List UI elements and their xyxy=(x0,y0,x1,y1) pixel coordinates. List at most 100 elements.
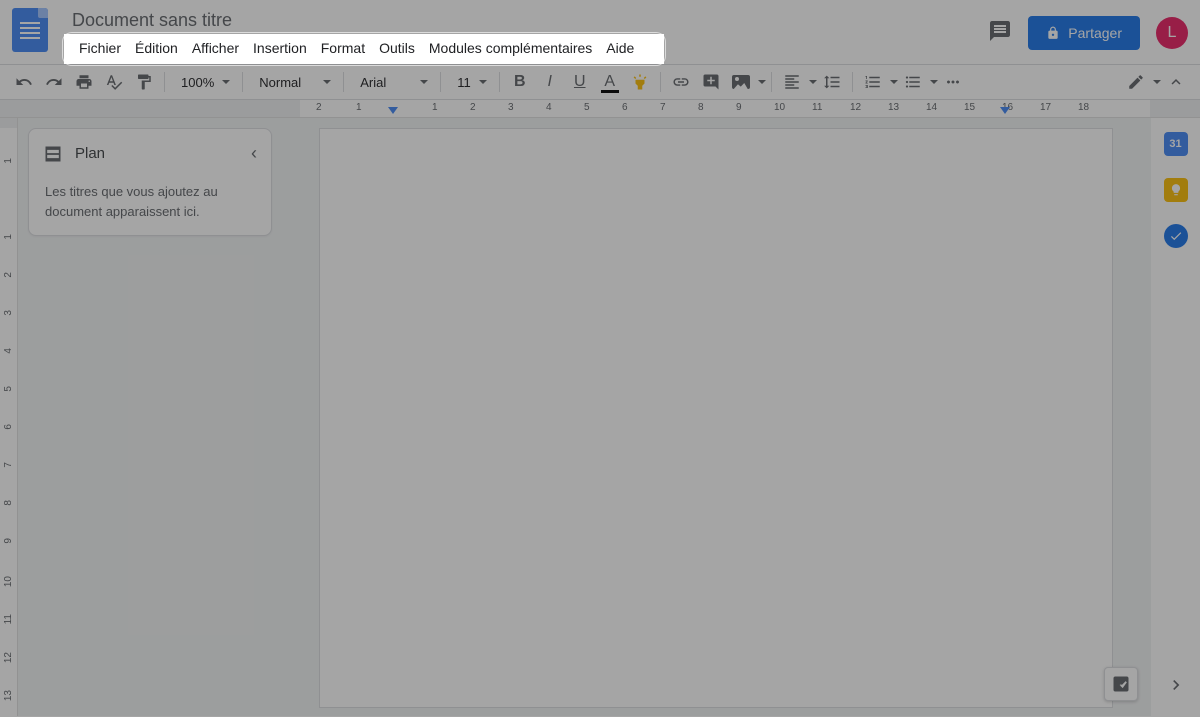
ruler-tick: 1 xyxy=(432,102,438,113)
header-right: Partager L xyxy=(988,8,1188,50)
ruler-tick: 5 xyxy=(584,102,590,113)
bold-button[interactable]: B xyxy=(506,68,534,96)
chevron-down-icon xyxy=(479,80,487,84)
format-paint-button[interactable] xyxy=(130,68,158,96)
user-avatar[interactable]: L xyxy=(1156,17,1188,49)
ruler-tick: 2 xyxy=(3,272,14,278)
align-combo[interactable] xyxy=(778,68,816,96)
italic-button[interactable]: I xyxy=(536,68,564,96)
insert-link-button[interactable] xyxy=(667,68,695,96)
menu-view[interactable]: Afficher xyxy=(185,36,246,60)
separator xyxy=(164,72,165,92)
ruler-tick: 13 xyxy=(888,102,899,113)
menu-bar: Fichier Édition Afficher Insertion Forma… xyxy=(68,34,645,62)
vertical-ruler[interactable]: 1 1 2 3 4 5 6 7 8 9 10 11 12 13 xyxy=(0,118,18,716)
chevron-down-icon xyxy=(222,80,230,84)
ruler-tick: 10 xyxy=(3,576,14,587)
image-icon xyxy=(732,75,750,89)
indent-marker-right[interactable] xyxy=(1000,107,1010,114)
ruler-tick: 6 xyxy=(622,102,628,113)
document-title[interactable]: Document sans titre xyxy=(68,8,988,33)
numbered-list-button[interactable] xyxy=(859,68,887,96)
keep-addon-icon[interactable] xyxy=(1164,178,1188,202)
comments-icon[interactable] xyxy=(988,19,1012,48)
chevron-down-icon xyxy=(890,80,898,84)
tasks-addon-icon[interactable] xyxy=(1164,224,1188,248)
insert-image-combo[interactable] xyxy=(727,68,765,96)
docs-logo-icon[interactable] xyxy=(12,8,48,52)
ruler-tick: 17 xyxy=(1040,102,1051,113)
side-panel: 31 xyxy=(1150,118,1200,716)
bulleted-list-button[interactable] xyxy=(899,68,927,96)
chevron-down-icon xyxy=(1153,80,1161,84)
menu-addons[interactable]: Modules complémentaires xyxy=(422,36,599,60)
menu-help[interactable]: Aide xyxy=(599,36,641,60)
editing-mode-combo[interactable] xyxy=(1122,68,1160,96)
spellcheck-button[interactable] xyxy=(100,68,128,96)
lock-icon xyxy=(1046,26,1060,40)
separator xyxy=(440,72,441,92)
chevron-down-icon xyxy=(323,80,331,84)
calendar-addon-icon[interactable]: 31 xyxy=(1164,132,1188,156)
editing-mode-button[interactable] xyxy=(1122,68,1150,96)
font-family-select[interactable]: Arial xyxy=(350,68,434,96)
numbered-list-combo[interactable] xyxy=(859,68,897,96)
ruler-tick: 9 xyxy=(736,102,742,113)
ruler-tick: 18 xyxy=(1078,102,1089,113)
redo-button[interactable] xyxy=(40,68,68,96)
line-spacing-button[interactable] xyxy=(818,68,846,96)
outline-panel: Plan ‹ Les titres que vous ajoutez au do… xyxy=(18,118,282,716)
undo-button[interactable] xyxy=(10,68,38,96)
menu-insert[interactable]: Insertion xyxy=(246,36,314,60)
highlight-button[interactable] xyxy=(626,68,654,96)
ruler-tick: 2 xyxy=(316,102,322,113)
menu-edit[interactable]: Édition xyxy=(128,36,185,60)
ruler-tick: 4 xyxy=(3,348,14,354)
separator xyxy=(343,72,344,92)
more-button[interactable] xyxy=(939,68,967,96)
ruler-tick: 11 xyxy=(812,102,822,113)
paragraph-style-select[interactable]: Normal xyxy=(249,68,337,96)
ruler-tick: 3 xyxy=(3,310,14,316)
zoom-select[interactable]: 100% xyxy=(171,68,236,96)
side-panel-expand-button[interactable] xyxy=(1166,675,1186,700)
ruler-tick: 8 xyxy=(698,102,704,113)
bulleted-list-combo[interactable] xyxy=(899,68,937,96)
indent-marker-left[interactable] xyxy=(388,107,398,114)
ruler-tick: 4 xyxy=(546,102,552,113)
font-size-select[interactable]: 11 xyxy=(447,68,493,96)
insert-image-button[interactable] xyxy=(727,68,755,96)
ruler-tick: 8 xyxy=(3,500,14,506)
separator xyxy=(499,72,500,92)
ruler-tick: 3 xyxy=(508,102,514,113)
title-area: Document sans titre Fichier Édition Affi… xyxy=(68,8,988,62)
app-header: Document sans titre Fichier Édition Affi… xyxy=(0,0,1200,64)
menu-file[interactable]: Fichier xyxy=(72,36,128,60)
print-button[interactable] xyxy=(70,68,98,96)
collapse-toolbar-button[interactable] xyxy=(1162,68,1190,96)
outline-collapse-button[interactable]: ‹ xyxy=(251,143,257,164)
underline-button[interactable]: U xyxy=(566,68,594,96)
ruler-tick: 7 xyxy=(3,462,14,468)
chevron-down-icon xyxy=(809,80,817,84)
ruler-margin-right xyxy=(1150,100,1200,117)
align-button[interactable] xyxy=(778,68,806,96)
text-color-button[interactable]: A xyxy=(596,68,624,96)
menu-tools[interactable]: Outils xyxy=(372,36,422,60)
add-comment-button[interactable] xyxy=(697,68,725,96)
ruler-tick: 6 xyxy=(3,424,14,430)
share-button[interactable]: Partager xyxy=(1028,16,1140,50)
outline-empty-text: Les titres que vous ajoutez au document … xyxy=(43,182,257,221)
explore-button[interactable] xyxy=(1104,667,1138,701)
outline-header: Plan ‹ xyxy=(43,143,257,164)
horizontal-ruler[interactable]: 2 1 1 2 3 4 5 6 7 8 9 10 11 12 13 14 15 … xyxy=(0,100,1200,118)
ruler-tick: 7 xyxy=(660,102,666,113)
document-page[interactable] xyxy=(319,128,1113,708)
ruler-margin-top xyxy=(0,118,17,128)
separator xyxy=(771,72,772,92)
ruler-margin-left xyxy=(0,100,300,117)
share-label: Partager xyxy=(1068,25,1122,41)
ruler-tick: 10 xyxy=(774,102,785,113)
menu-format[interactable]: Format xyxy=(314,36,372,60)
page-area xyxy=(282,118,1150,716)
